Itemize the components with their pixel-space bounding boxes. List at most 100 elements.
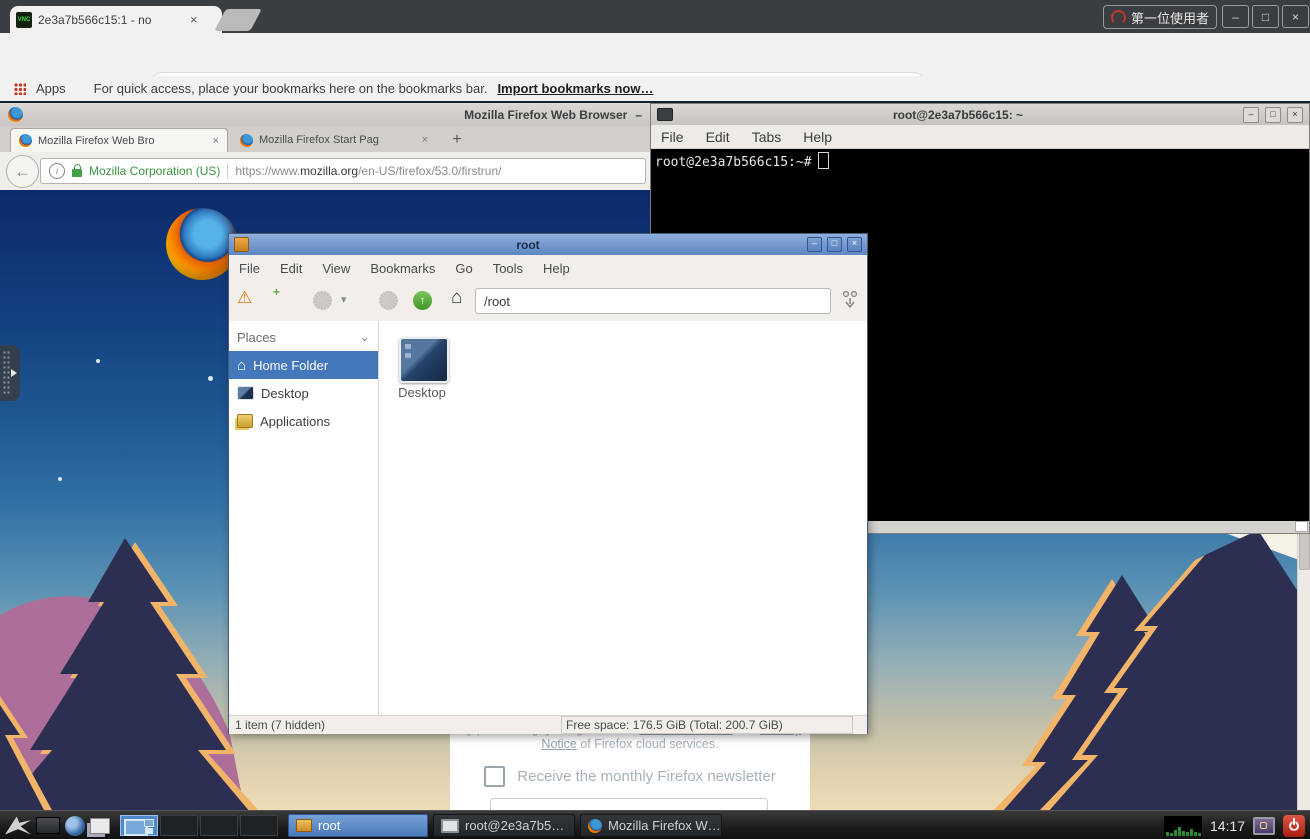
- novnc-control-handle[interactable]: [0, 345, 20, 401]
- cpu-monitor[interactable]: [1164, 816, 1202, 836]
- up-directory-icon[interactable]: ↑: [413, 291, 432, 310]
- terminal-close-button[interactable]: ×: [1287, 107, 1303, 123]
- back-icon[interactable]: [313, 291, 332, 310]
- workspace-3[interactable]: [200, 815, 238, 836]
- firefox-tab-active[interactable]: Mozilla Firefox Web Bro ×: [10, 128, 228, 152]
- terminal-menu-edit[interactable]: Edit: [706, 129, 730, 145]
- import-bookmarks-link[interactable]: Import bookmarks now…: [497, 81, 653, 96]
- firefox-url-bar[interactable]: i Mozilla Corporation (US) https://www.m…: [40, 158, 646, 184]
- fm-menu-bookmarks[interactable]: Bookmarks: [370, 261, 435, 276]
- file-list-area[interactable]: Desktop: [379, 321, 867, 715]
- fm-menu-help[interactable]: Help: [543, 261, 570, 276]
- lxde-menu-icon[interactable]: [5, 817, 31, 835]
- taskbar-button-terminal[interactable]: root@2e3a7b5…: [433, 814, 575, 837]
- workspace-1[interactable]: [120, 815, 158, 836]
- file-manager-launcher-icon[interactable]: [90, 818, 110, 834]
- desktop-icon: [237, 386, 254, 400]
- fm-maximize-button[interactable]: □: [827, 237, 842, 252]
- browser-toolbar: ← → ↻ ⌂ i 127.0.0.1:6080/vnc.html?autoco…: [0, 33, 1310, 76]
- firefox-tab-label: Mozilla Firefox Start Pag: [259, 134, 379, 146]
- places-header[interactable]: Places ⌄: [229, 321, 378, 351]
- firefox-icon: [588, 819, 602, 833]
- privacy-notice-link[interactable]: Notice: [541, 737, 576, 751]
- firefox-url-text[interactable]: https://www.mozilla.org/en-US/firefox/53…: [235, 164, 501, 178]
- firefox-minimize-icon[interactable]: –: [635, 108, 642, 122]
- file-manager-window[interactable]: root – □ × File Edit View Bookmarks Go T…: [228, 233, 868, 734]
- taskbar: root root@2e3a7b5… Mozilla Firefox W… 14…: [0, 810, 1310, 839]
- apps-label[interactable]: Apps: [36, 81, 66, 96]
- terminal-titlebar[interactable]: root@2e3a7b566c15: ~ – □ ×: [651, 104, 1309, 125]
- browser-tab[interactable]: VNC 2e3a7b566c15:1 - no ×: [10, 6, 222, 33]
- power-button-icon[interactable]: [1283, 815, 1305, 837]
- clock[interactable]: 14:17: [1210, 818, 1245, 834]
- vnc-viewport[interactable]: Mozilla Firefox Web Browser – Mozilla Fi…: [0, 101, 1310, 839]
- workspace-2[interactable]: [160, 815, 198, 836]
- firefox-tab-label: Mozilla Firefox Web Bro: [38, 135, 155, 147]
- newsletter-checkbox[interactable]: [484, 766, 505, 787]
- terminal-menu-help[interactable]: Help: [803, 129, 832, 145]
- terminal-maximize-button[interactable]: □: [1265, 107, 1281, 123]
- terminal-resize-grip[interactable]: [1295, 521, 1308, 532]
- forward-icon[interactable]: [379, 291, 398, 310]
- newsletter-row: Receive the monthly Firefox newsletter: [450, 766, 810, 787]
- lock-screen-icon[interactable]: [1253, 817, 1275, 835]
- firefox-info-icon[interactable]: i: [49, 163, 65, 179]
- fm-minimize-button[interactable]: –: [807, 237, 822, 252]
- divider: [227, 163, 228, 179]
- screen: VNC 2e3a7b566c15:1 - no × 第一位使用者 – □ × ←…: [0, 0, 1310, 839]
- show-desktop-icon[interactable]: [36, 817, 60, 834]
- folder-icon: [296, 819, 312, 832]
- novnc-favicon-icon: VNC: [16, 12, 32, 28]
- firefox-tab-icon: [240, 134, 253, 147]
- path-input[interactable]: /root: [475, 288, 831, 314]
- firefox-tab-close-icon[interactable]: ×: [213, 135, 219, 147]
- workspace-4[interactable]: [240, 815, 278, 836]
- firefox-titlebar-left: Mozilla Firefox Web Browser –: [0, 103, 650, 126]
- fm-menu-view[interactable]: View: [322, 261, 350, 276]
- ssl-identity-label[interactable]: Mozilla Corporation (US): [89, 164, 220, 178]
- fm-close-button[interactable]: ×: [847, 237, 862, 252]
- desktop-folder-label[interactable]: Desktop: [379, 385, 465, 400]
- window-minimize-button[interactable]: –: [1222, 5, 1249, 28]
- expand-arrow-icon: [11, 369, 17, 377]
- back-history-chevron-icon[interactable]: ▾: [341, 293, 347, 306]
- desktop-folder-icon[interactable]: [399, 337, 449, 383]
- firefox-window-title: Mozilla Firefox Web Browser: [464, 108, 627, 122]
- sidebar-item-desktop[interactable]: Desktop: [229, 379, 378, 407]
- sidebar-item-home-folder[interactable]: ⌂ Home Folder: [229, 351, 378, 379]
- file-manager-body: Places ⌄ ⌂ Home Folder Desktop Applicati…: [229, 321, 867, 715]
- fm-menu-file[interactable]: File: [239, 261, 260, 276]
- tab-close-icon[interactable]: ×: [190, 12, 198, 27]
- fm-menu-tools[interactable]: Tools: [493, 261, 523, 276]
- firefox-new-tab-button[interactable]: +: [444, 128, 470, 152]
- profile-badge[interactable]: 第一位使用者: [1103, 5, 1217, 29]
- file-manager-toolbar: ⚠ ▾ ↑ ⌂ /root: [229, 282, 867, 322]
- sidebar-item-applications[interactable]: Applications: [229, 407, 378, 435]
- profile-name: 第一位使用者: [1131, 8, 1209, 27]
- firefox-back-button[interactable]: ←: [6, 155, 39, 188]
- window-close-button[interactable]: ×: [1282, 5, 1309, 28]
- root-warning-icon: ⚠: [237, 288, 252, 308]
- file-manager-titlebar[interactable]: root – □ ×: [229, 234, 867, 255]
- email-field[interactable]: [490, 798, 768, 810]
- web-browser-launcher-icon[interactable]: [65, 816, 85, 836]
- fm-menu-go[interactable]: Go: [455, 261, 472, 276]
- firefox-icon: [8, 107, 23, 122]
- terminal-menu-tabs[interactable]: Tabs: [752, 129, 782, 145]
- home-icon[interactable]: ⌂: [451, 287, 462, 309]
- taskbar-button-file-manager[interactable]: root: [288, 814, 428, 837]
- places-collapse-chevron-icon[interactable]: ⌄: [359, 329, 370, 345]
- applications-icon: [237, 414, 253, 428]
- profile-icon: [1111, 10, 1126, 25]
- places-sidebar: Places ⌄ ⌂ Home Folder Desktop Applicati…: [229, 321, 379, 715]
- firefox-tab-close-icon[interactable]: ×: [422, 134, 428, 146]
- taskbar-button-firefox[interactable]: Mozilla Firefox W…: [580, 814, 722, 837]
- apps-grid-icon[interactable]: [14, 83, 26, 95]
- window-maximize-button[interactable]: □: [1252, 5, 1279, 28]
- jump-to-icon[interactable]: [841, 290, 859, 312]
- fm-menu-edit[interactable]: Edit: [280, 261, 302, 276]
- terminal-minimize-button[interactable]: –: [1243, 107, 1259, 123]
- firefox-tab-inactive[interactable]: Mozilla Firefox Start Pag ×: [232, 128, 436, 152]
- free-space: Free space: 176.5 GiB (Total: 200.7 GiB): [561, 716, 853, 734]
- terminal-menu-file[interactable]: File: [661, 129, 684, 145]
